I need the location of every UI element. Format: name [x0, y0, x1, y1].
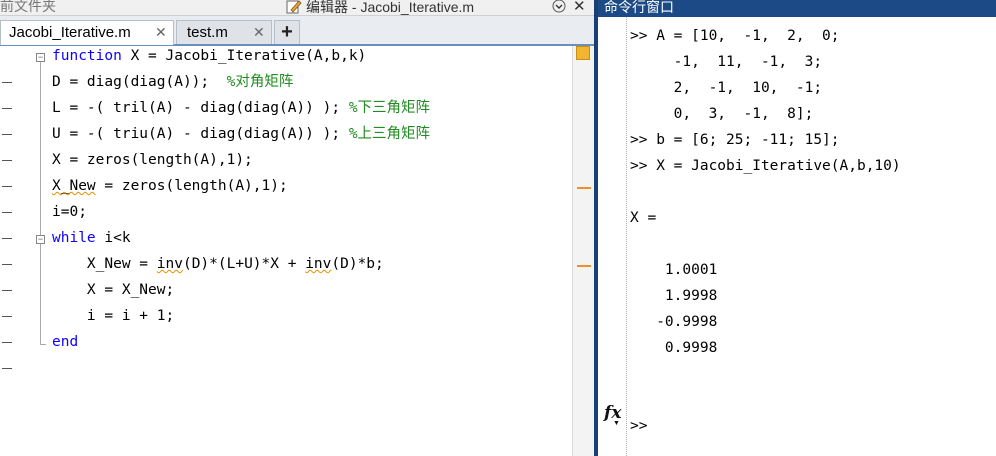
- editor-titlebar: 前文件夹 编辑器 - Jacobi_Iterative.m ✕: [0, 0, 594, 16]
- code-token: X_New =: [52, 256, 157, 272]
- tab-bar: Jacobi_Iterative.m ✕ test.m ✕ +: [0, 16, 594, 46]
- comment: %下三角矩阵: [348, 100, 431, 116]
- output-line: -0.9998: [630, 314, 718, 330]
- line-marker: [2, 108, 12, 109]
- warning-marker[interactable]: [577, 187, 591, 189]
- edit-icon: [286, 0, 302, 14]
- code-line[interactable]: X = X_New;: [52, 280, 174, 300]
- output-line: -1, 11, -1, 3;: [630, 54, 823, 70]
- tab-jacobi-iterative[interactable]: Jacobi_Iterative.m ✕: [0, 20, 174, 45]
- add-tab-button[interactable]: +: [274, 20, 300, 44]
- line-marker: [2, 316, 12, 317]
- code-line[interactable]: X = zeros(length(A),1);: [52, 150, 253, 170]
- current-folder-title: 前文件夹: [0, 0, 56, 14]
- code-token: U = -( triu(A) - diag(diag(A)) );: [52, 126, 349, 142]
- command-window: 命令行窗口 fx ▼ >> A = [10, -1, 2, 0; -1, 11,…: [598, 0, 996, 456]
- output-line: X =: [630, 210, 657, 226]
- fold-toggle-icon[interactable]: −: [36, 53, 45, 62]
- fold-end: [40, 344, 46, 345]
- code-line[interactable]: end: [52, 332, 78, 352]
- fold-line: [40, 244, 41, 344]
- line-marker: [2, 368, 12, 369]
- code-token: X = zeros(length(A),1);: [52, 152, 253, 168]
- code-token: i = i + 1;: [52, 308, 175, 324]
- command-prompt-line: >> A = [10, -1, 2, 0;: [630, 28, 840, 44]
- close-icon[interactable]: ✕: [573, 0, 586, 15]
- code-line[interactable]: X_New = inv(D)*(L+U)*X + inv(D)*b;: [52, 254, 384, 274]
- code-token: (D)*b;: [331, 256, 384, 272]
- editor-scrollbar[interactable]: [572, 46, 595, 456]
- tab-label: Jacobi_Iterative.m: [9, 24, 131, 41]
- output-line: 0.9998: [630, 340, 718, 356]
- comment: %上三角矩阵: [348, 126, 431, 142]
- code-token: i=0;: [52, 204, 87, 220]
- editor-panel: 前文件夹 编辑器 - Jacobi_Iterative.m ✕ Jacobi_I…: [0, 0, 595, 456]
- code-line[interactable]: D = diag(diag(A)); %对角矩阵: [52, 72, 293, 92]
- output-line: 1.9998: [630, 288, 718, 304]
- code-line[interactable]: U = -( triu(A) - diag(diag(A)) ); %上三角矩阵: [52, 124, 430, 144]
- line-marker: [2, 82, 12, 83]
- code-token: (D)*(L+U)*X +: [182, 256, 306, 272]
- comment: %对角矩阵: [226, 74, 294, 90]
- code-token: X = X_New;: [52, 282, 175, 298]
- line-marker: [2, 186, 12, 187]
- code-token: i<k: [95, 230, 131, 246]
- warning-token: inv: [156, 256, 183, 272]
- tab-label: test.m: [187, 24, 228, 41]
- line-marker: [2, 264, 12, 265]
- line-marker: [2, 342, 12, 343]
- line-marker: [2, 238, 12, 239]
- chevron-down-icon[interactable]: ▼: [613, 420, 620, 427]
- line-marker: [2, 212, 12, 213]
- close-icon[interactable]: ✕: [155, 21, 167, 44]
- fold-line: [40, 62, 41, 242]
- warning-token: X_New: [52, 178, 96, 194]
- output-line: 2, -1, 10, -1;: [630, 80, 823, 96]
- code-token: X = Jacobi_Iterative(A,b,k): [121, 48, 367, 64]
- command-prompt-line[interactable]: >>: [630, 415, 647, 441]
- command-window-title: 命令行窗口: [604, 0, 674, 15]
- editor-title: 编辑器 - Jacobi_Iterative.m: [306, 0, 475, 15]
- output-line: 0, 3, -1, 8];: [630, 106, 814, 122]
- code-token: L = -( tril(A) - diag(diag(A)) );: [52, 100, 349, 116]
- code-token: D = diag(diag(A));: [52, 74, 227, 90]
- keyword: while: [52, 230, 96, 246]
- close-icon[interactable]: ✕: [253, 21, 265, 44]
- tab-test[interactable]: test.m ✕: [176, 20, 272, 44]
- code-line[interactable]: while i<k: [52, 228, 131, 248]
- command-window-titlebar: 命令行窗口: [598, 0, 996, 17]
- warning-status-icon[interactable]: [576, 46, 590, 60]
- line-marker: [2, 290, 12, 291]
- chevron-down-icon[interactable]: [551, 0, 567, 14]
- keyword: end: [52, 334, 79, 350]
- code-token: = zeros(length(A),1);: [95, 178, 288, 194]
- keyword: function: [52, 48, 122, 64]
- output-line: 1.0001: [630, 262, 718, 278]
- warning-token: inv: [305, 256, 332, 272]
- warning-marker[interactable]: [577, 265, 591, 267]
- code-line[interactable]: i = i + 1;: [52, 306, 174, 326]
- line-marker: [2, 160, 12, 161]
- fold-toggle-icon[interactable]: −: [36, 235, 45, 244]
- code-line[interactable]: i=0;: [52, 202, 87, 222]
- code-line[interactable]: L = -( tril(A) - diag(diag(A)) ); %下三角矩阵: [52, 98, 430, 118]
- code-line[interactable]: function X = Jacobi_Iterative(A,b,k): [52, 46, 366, 66]
- editor-gutter: − −: [0, 46, 46, 456]
- line-marker: [2, 134, 12, 135]
- command-window-gutter: fx ▼: [598, 17, 627, 456]
- command-prompt-line: >> X = Jacobi_Iterative(A,b,10): [630, 158, 901, 174]
- code-line[interactable]: X_New = zeros(length(A),1);: [52, 176, 288, 196]
- command-prompt-line: >> b = [6; 25; -11; 15];: [630, 132, 840, 148]
